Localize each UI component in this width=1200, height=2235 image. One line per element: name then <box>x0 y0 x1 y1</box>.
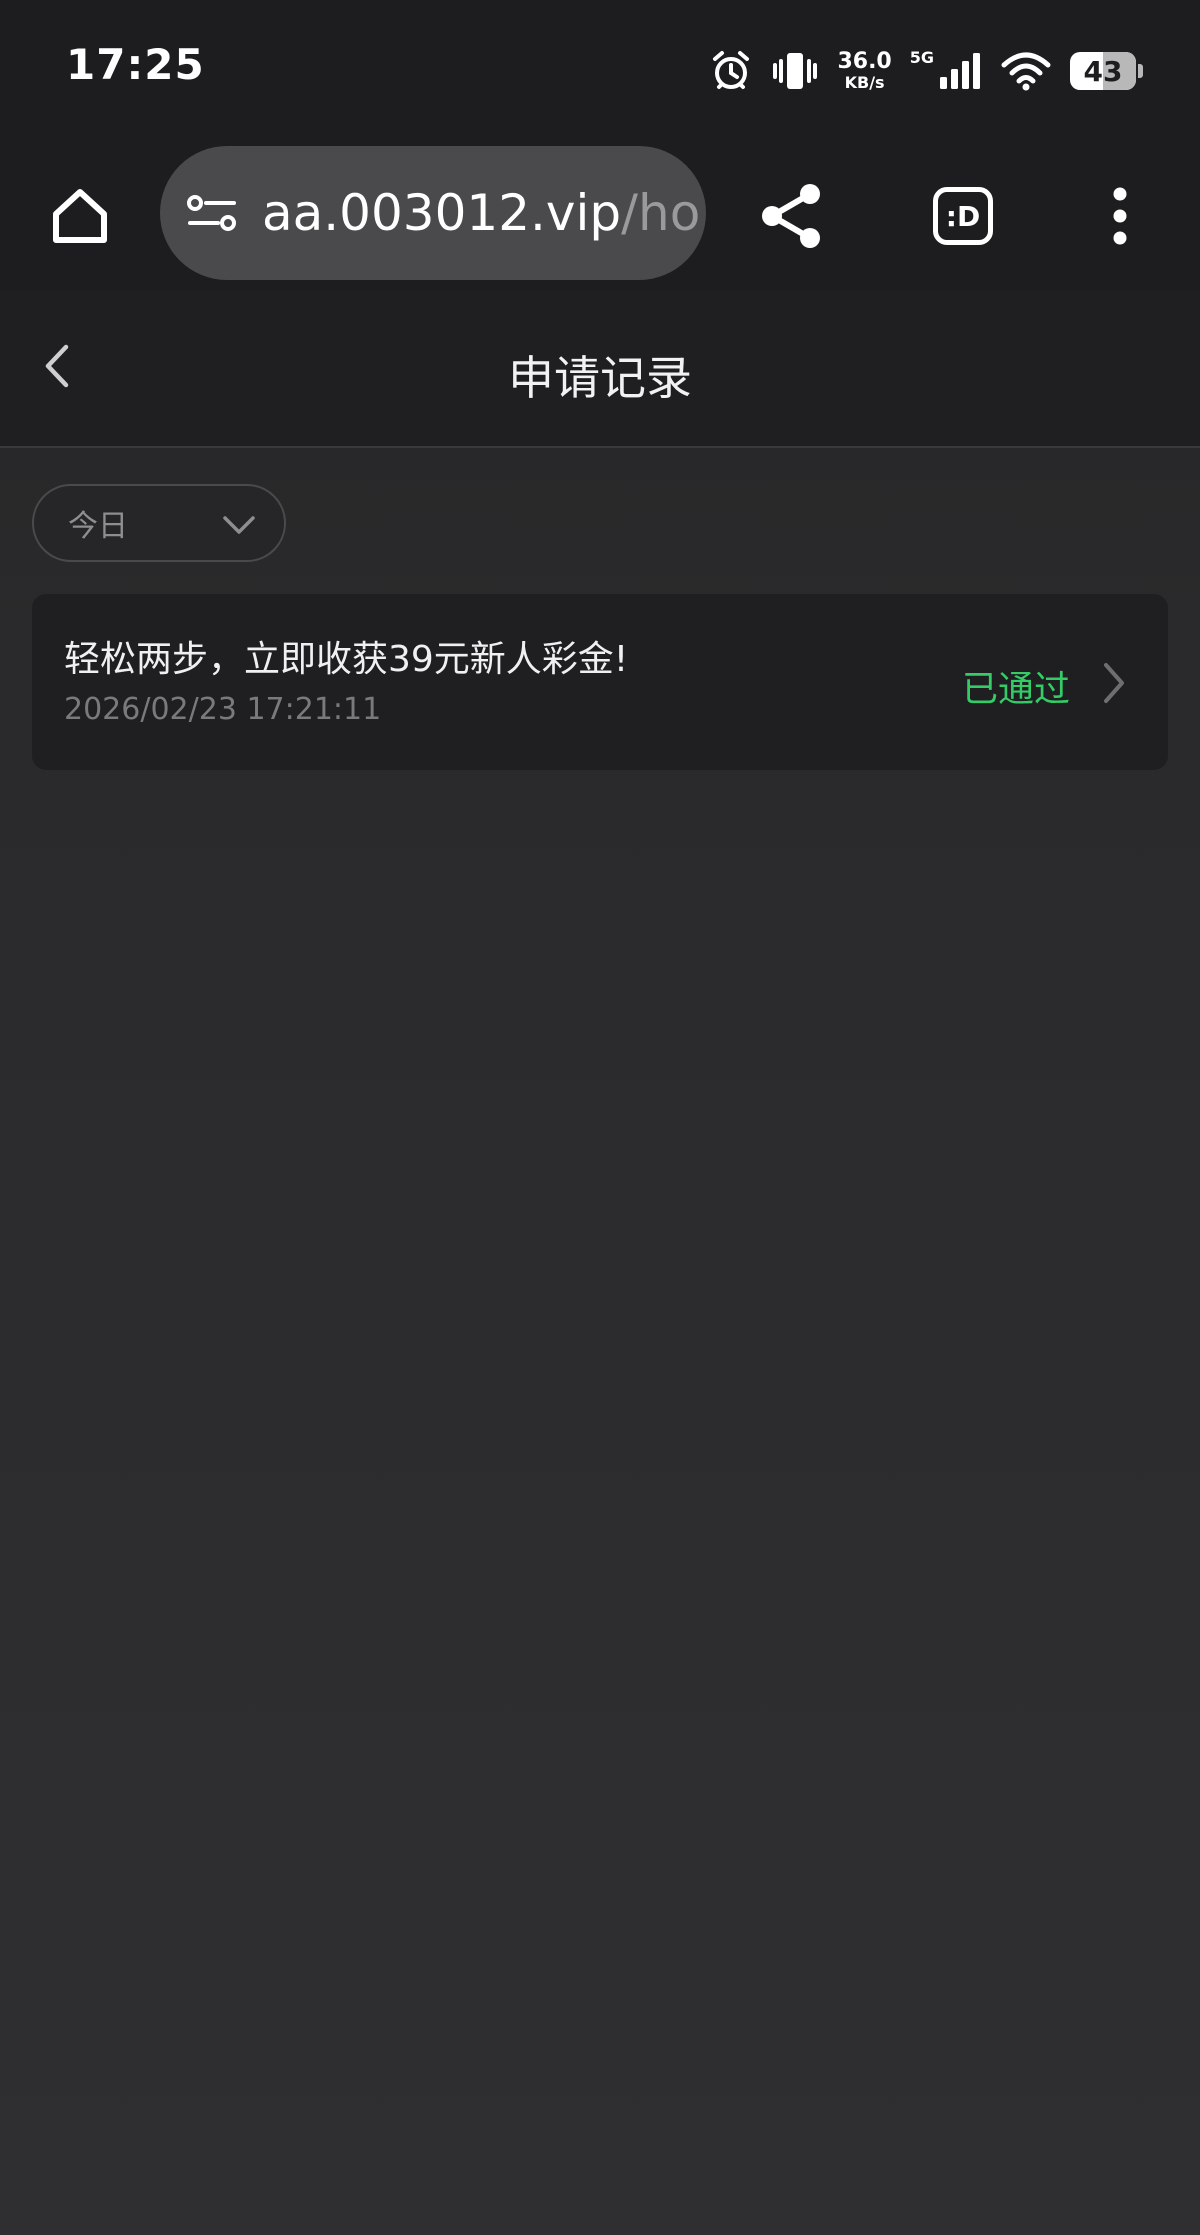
net-speed: 36.0 KB/s <box>837 51 891 91</box>
url-host: aa.003012.vip <box>262 184 622 242</box>
vibrate-icon <box>771 49 819 93</box>
more-menu-icon <box>1113 187 1127 245</box>
battery-icon: 43 <box>1070 52 1143 90</box>
record-title: 轻松两步，立即收获39元新人彩金! <box>64 639 629 680</box>
date-filter-dropdown[interactable]: 今日 <box>32 484 286 562</box>
chevron-down-icon <box>222 508 256 542</box>
page-title: 申请记录 <box>508 351 692 405</box>
site-settings-icon[interactable] <box>182 183 242 243</box>
record-list-item[interactable]: 轻松两步，立即收获39元新人彩金! 2026/02/23 17:21:11 已通… <box>32 594 1168 770</box>
tab-switcher-label: :D <box>945 199 981 233</box>
alarm-icon <box>709 49 753 93</box>
address-bar[interactable]: aa.003012.vip/ho <box>160 146 706 280</box>
more-menu-button[interactable] <box>1100 178 1140 254</box>
browser-toolbar: aa.003012.vip/ho :D <box>0 140 1200 290</box>
url-text[interactable]: aa.003012.vip/ho <box>262 184 700 242</box>
page: 17:25 36.0 KB/s 5G 43 aa.003012.vip/ho:… <box>0 0 1200 2235</box>
date-filter-value: 今日 <box>68 509 128 544</box>
record-time: 2026/02/23 17:21:11 <box>64 692 382 727</box>
home-icon <box>53 189 107 243</box>
signal-icon <box>938 51 982 91</box>
chevron-right-icon <box>1094 658 1134 708</box>
status-bar: 17:25 36.0 KB/s 5G 43 <box>0 0 1200 140</box>
page-header: 申请记录 <box>0 290 1200 448</box>
status-time: 17:25 <box>66 40 205 89</box>
net-speed-value: 36.0 <box>837 49 892 74</box>
record-status-badge: 已通过 <box>961 669 1070 710</box>
wifi-icon <box>1000 51 1052 91</box>
network-type-label: 5G <box>909 47 934 67</box>
share-button[interactable] <box>754 178 830 254</box>
status-icons: 36.0 KB/s 5G 43 <box>709 46 1143 96</box>
tab-switcher-icon: :D <box>933 187 993 245</box>
url-path: /ho <box>621 184 701 242</box>
share-icon <box>762 184 820 248</box>
home-button[interactable] <box>44 180 116 252</box>
net-speed-unit: KB/s <box>844 73 885 92</box>
tab-switcher-button[interactable]: :D <box>925 178 1001 254</box>
battery-level: 43 <box>1083 54 1123 88</box>
